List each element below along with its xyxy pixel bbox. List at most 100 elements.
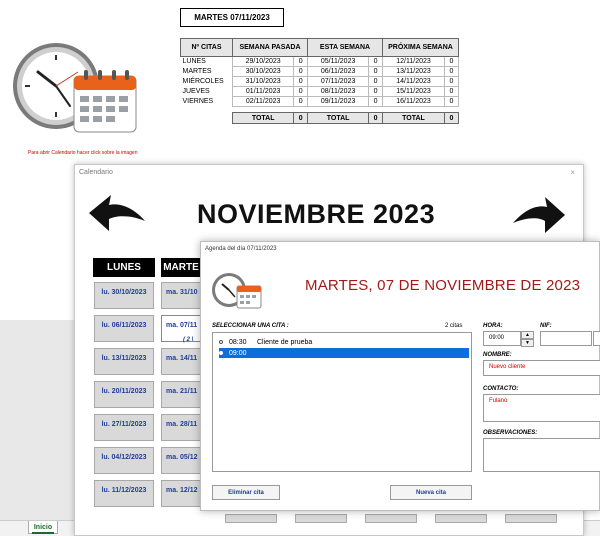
cell-date: 15/11/2023 — [381, 86, 446, 97]
cell-count: 0 — [368, 96, 383, 107]
hour-up-icon[interactable]: ▲ — [521, 331, 534, 339]
calendar-day-cell[interactable] — [295, 514, 347, 523]
cell-count: 0 — [444, 86, 459, 97]
cell-count: 0 — [368, 56, 383, 67]
list-item-selected[interactable]: 09:00 — [219, 348, 469, 358]
calendar-month-title: NOVIEMBRE 2023 — [197, 199, 436, 229]
cell-date: 30/10/2023 — [231, 66, 295, 77]
cell-count: 0 — [444, 76, 459, 87]
table-row: MIÉRCOLES 31/10/2023 0 07/11/2023 0 14/11/… — [181, 76, 459, 87]
hour-field[interactable]: 09:00 — [483, 331, 521, 346]
new-appointment-button[interactable]: Nueva cita — [390, 485, 472, 500]
current-date-box: MARTES 07/11/2023 — [180, 8, 284, 27]
calendar-day-cell[interactable] — [505, 514, 557, 523]
close-icon[interactable]: × — [570, 168, 575, 177]
observations-field[interactable] — [483, 438, 600, 472]
select-appointment-label: SELECCIONAR UNA CITA : — [212, 323, 289, 329]
calendar-day-cell-selected[interactable]: ma. 07/11 — [161, 315, 201, 342]
cell-date: 16/11/2023 — [381, 96, 446, 107]
cell-count: 0 — [444, 96, 459, 107]
cell-date: 12/11/2023 — [381, 56, 446, 67]
calendar-day-cell[interactable]: ma. 05/12 — [161, 447, 201, 474]
col-header-last-week: SEMANA PASADA — [232, 38, 308, 57]
list-bullet-icon — [219, 340, 223, 344]
calendar-day-cell[interactable]: lu. 06/11/2023 — [94, 315, 154, 342]
total-value: 0 — [368, 112, 383, 124]
nif-label: NIF: — [540, 323, 552, 329]
calendar-day-cell[interactable]: ma. 31/10 — [161, 282, 201, 309]
contact-field[interactable]: Fulano — [483, 394, 600, 422]
sheet-background — [0, 320, 74, 520]
col-header-this-week: ESTA SEMANA — [307, 38, 383, 57]
cell-date: 06/11/2023 — [306, 66, 370, 77]
calendar-day-cell[interactable]: ma. 14/11 — [161, 348, 201, 375]
column-header-lunes: LUNES — [93, 258, 155, 277]
calendar-day-cell[interactable]: lu. 11/12/2023 — [94, 480, 154, 507]
cell-count: 0 — [293, 56, 308, 67]
open-calendar-hint: Para abrir Calendario hacer click sobre … — [28, 150, 138, 156]
calendar-day-cell[interactable]: ma. 21/11 — [161, 381, 201, 408]
calendar-day-cell[interactable]: lu. 30/10/2023 — [94, 282, 154, 309]
appointment-count: 2 citas — [445, 323, 463, 329]
contact-label: CONTACTO: — [483, 386, 519, 392]
cell-date: 14/11/2023 — [381, 76, 446, 87]
col-header-count: Nº CITAS — [180, 38, 233, 57]
col-header-next-week: PRÓXIMA SEMANA — [382, 38, 459, 57]
cell-count: 0 — [293, 76, 308, 87]
list-item[interactable]: 08:30 Cliente de prueba — [219, 337, 469, 347]
appointments-summary-table: Nº CITAS SEMANA PASADA ESTA SEMANA PRÓXI… — [180, 38, 459, 124]
agenda-dialog: Agenda del día 07/11/2023 MARTES, 07 DE … — [200, 241, 600, 511]
calendar-day-cell[interactable]: lu. 04/12/2023 — [94, 447, 154, 474]
calendar-day-cell[interactable]: lu. 20/11/2023 — [94, 381, 154, 408]
cell-count: 0 — [368, 66, 383, 77]
calendar-day-cell[interactable]: ma. 28/11 — [161, 414, 201, 441]
table-row: JUEVES 01/11/2023 0 08/11/2023 0 15/11/202… — [181, 86, 459, 97]
cell-date: 09/11/2023 — [306, 96, 370, 107]
hour-down-icon[interactable]: ▼ — [521, 339, 534, 347]
cell-count: 0 — [293, 66, 308, 77]
cell-count: 0 — [368, 76, 383, 87]
delete-appointment-button[interactable]: Eliminar cita — [212, 485, 280, 500]
cell-count: 0 — [444, 66, 459, 77]
row-day: LUNES — [182, 58, 206, 66]
cell-date: 05/11/2023 — [306, 56, 370, 67]
row-day: JUEVES — [182, 88, 210, 95]
appointment-time: 09:00 — [229, 349, 247, 357]
calendar-day-cell[interactable]: lu. 13/11/2023 — [94, 348, 154, 375]
agenda-date-heading: MARTES, 07 DE NOVIEMBRE DE 2023 — [305, 277, 581, 294]
cell-count: 0 — [444, 56, 459, 67]
row-day: MARTES — [182, 68, 212, 75]
calendar-clock-icon[interactable] — [8, 36, 140, 136]
cell-date: 07/11/2023 — [306, 76, 370, 87]
previous-month-arrow-icon[interactable] — [87, 191, 147, 244]
appointment-client: Cliente de prueba — [257, 338, 313, 346]
calendar-day-cell[interactable] — [365, 514, 417, 523]
nif-field[interactable] — [540, 331, 592, 346]
row-day: MIÉRCOLES — [182, 78, 224, 85]
total-label: TOTAL — [381, 112, 446, 124]
calendar-day-cell[interactable] — [225, 514, 277, 523]
totals-row: TOTAL 0 TOTAL 0 TOTAL 0 — [180, 112, 459, 124]
cell-date: 29/10/2023 — [231, 56, 295, 67]
table-row: LUNES 29/10/2023 0 05/11/2023 0 12/11/2023… — [181, 56, 459, 67]
appointment-count-hint: ( 2 \ — [183, 337, 194, 343]
row-day: VIERNES — [182, 98, 214, 105]
calendar-day-cell[interactable] — [435, 514, 487, 523]
name-field[interactable]: Nuevo cliente — [483, 360, 600, 376]
nif-lookup-button[interactable] — [593, 331, 600, 346]
next-month-arrow-icon[interactable] — [511, 193, 567, 246]
total-value: 0 — [293, 112, 308, 124]
calendar-window-title: Calendario — [79, 169, 113, 176]
column-header-martes: MARTE — [161, 258, 201, 277]
cell-date: 13/11/2023 — [381, 66, 446, 77]
cell-date: 01/11/2023 — [231, 86, 295, 97]
name-label: NOMBRE: — [483, 352, 512, 358]
calendar-day-cell[interactable]: ma. 12/12 — [161, 480, 201, 507]
appointments-list[interactable]: 08:30 Cliente de prueba 09:00 — [212, 332, 472, 472]
list-bullet-icon — [219, 351, 223, 355]
calendar-day-cell[interactable]: lu. 27/11/2023 — [94, 414, 154, 441]
total-value: 0 — [444, 112, 459, 124]
active-tab-indicator — [32, 532, 54, 534]
table-row: VIERNES 02/11/2023 0 09/11/2023 0 16/11/20… — [181, 96, 459, 107]
total-label: TOTAL — [306, 112, 370, 124]
